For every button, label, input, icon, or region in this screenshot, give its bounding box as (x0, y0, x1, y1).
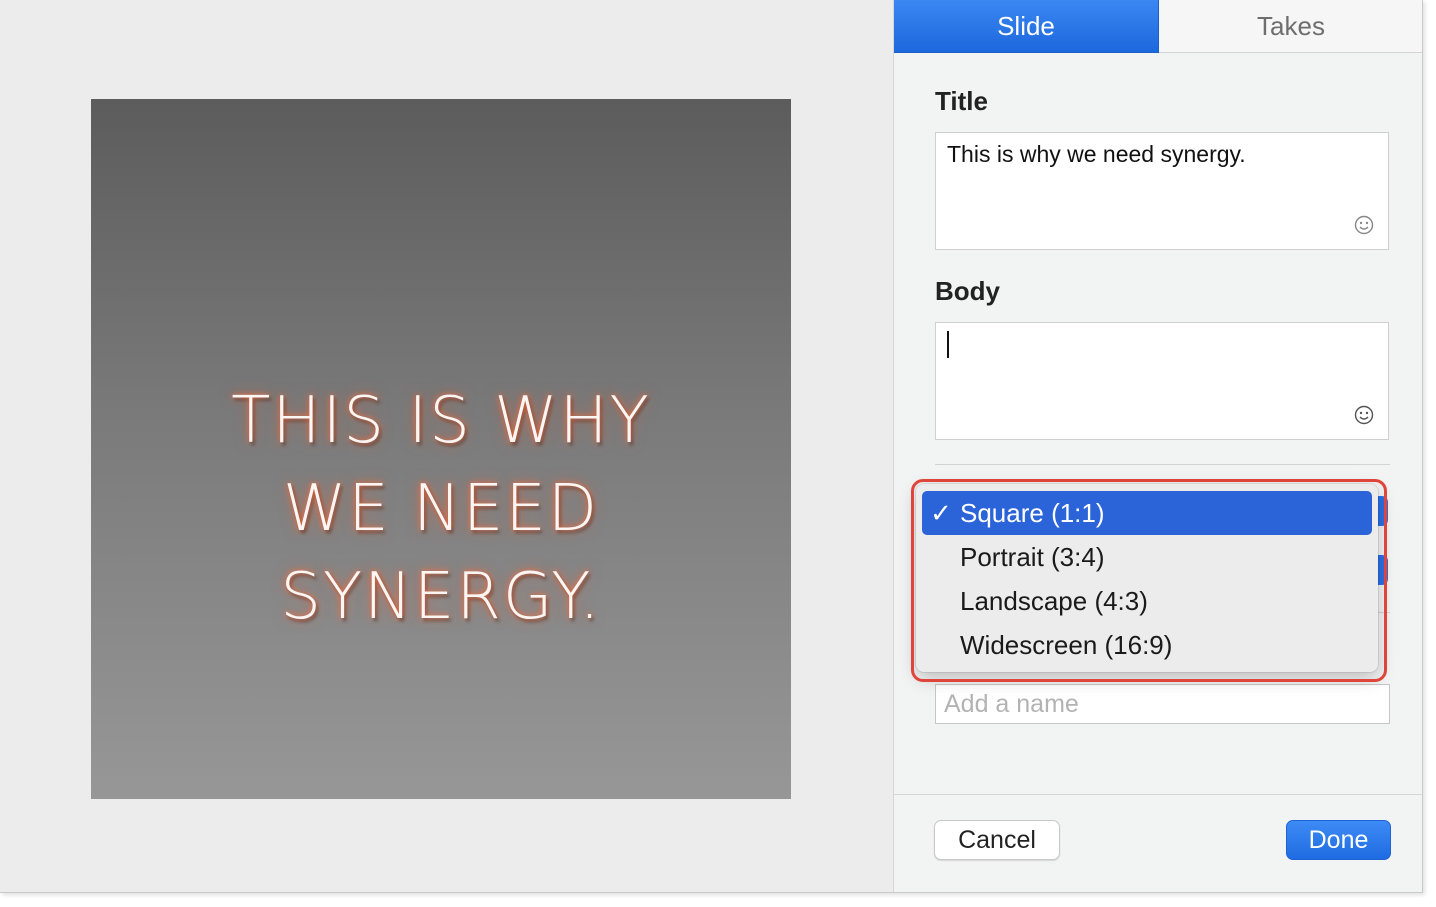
inspector-tabs: Slide Takes (894, 0, 1422, 53)
tab-takes[interactable]: Takes (1159, 0, 1422, 53)
done-button[interactable]: Done (1286, 820, 1391, 860)
menu-item-portrait[interactable]: Portrait (3:4) (922, 535, 1372, 579)
slide-preview-text: This is why we need synergy. (231, 384, 651, 634)
aspect-ratio-menu: ✓ Square (1:1) Portrait (3:4) Landscape … (916, 484, 1378, 672)
slide-preview: This is why we need synergy. (91, 99, 791, 799)
menu-item-label: Square (1:1) (960, 497, 1105, 528)
body-textarea[interactable] (935, 322, 1389, 440)
cancel-button[interactable]: Cancel (934, 820, 1060, 860)
checkmark-icon: ✓ (930, 497, 952, 528)
menu-item-label: Landscape (4:3) (960, 585, 1148, 616)
title-textarea[interactable]: This is why we need synergy. (935, 132, 1389, 250)
slide-editor-window: This is why we need synergy. Slide Takes… (0, 0, 1423, 893)
section-divider (935, 464, 1390, 465)
inspector-panel: Slide Takes Title This is why we need sy… (893, 0, 1422, 892)
emoji-picker-icon[interactable] (1354, 215, 1374, 235)
body-label: Body (935, 276, 1000, 306)
tab-slide[interactable]: Slide (894, 0, 1159, 53)
title-label: Title (935, 86, 988, 116)
title-value: This is why we need synergy. (947, 141, 1246, 167)
menu-item-square[interactable]: ✓ Square (1:1) (922, 491, 1372, 535)
name-input[interactable] (935, 684, 1390, 724)
footer-divider (894, 794, 1422, 795)
menu-item-label: Portrait (3:4) (960, 541, 1105, 572)
text-cursor (947, 331, 949, 358)
emoji-picker-icon[interactable] (1354, 405, 1374, 425)
menu-item-widescreen[interactable]: Widescreen (16:9) (922, 623, 1372, 667)
menu-item-landscape[interactable]: Landscape (4:3) (922, 579, 1372, 623)
menu-item-label: Widescreen (16:9) (960, 629, 1173, 660)
